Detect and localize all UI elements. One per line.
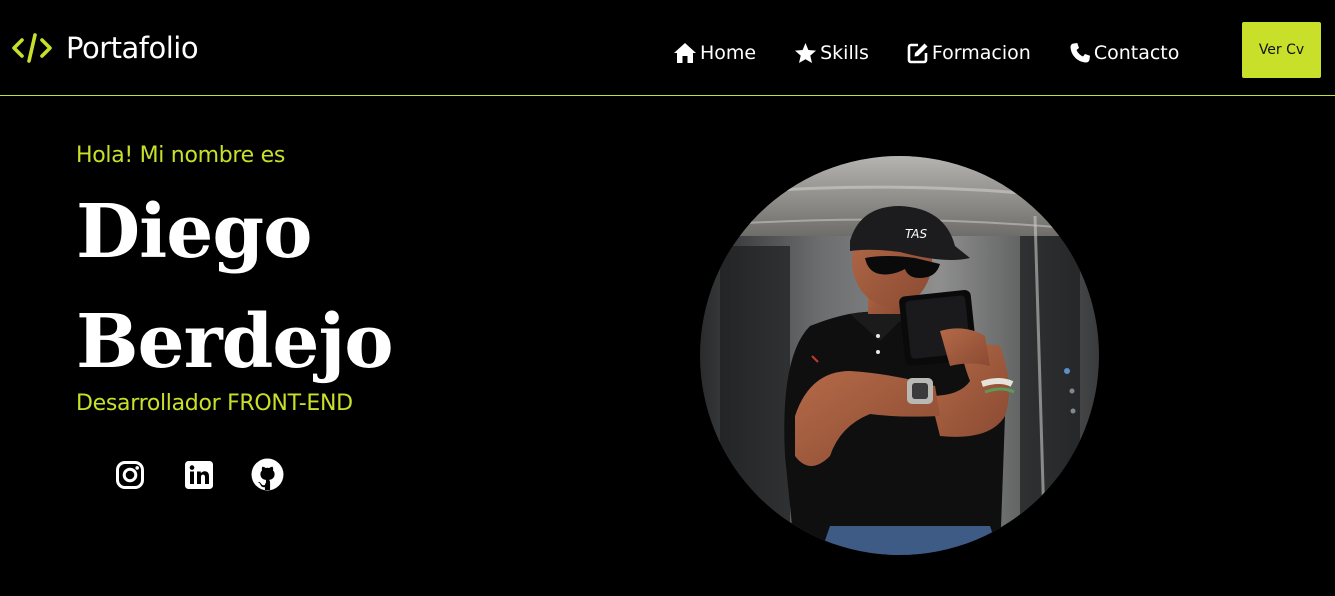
nav-label: Formacion bbox=[931, 42, 1031, 64]
home-icon bbox=[673, 42, 697, 64]
code-icon bbox=[11, 31, 53, 65]
greeting: Hola! Mi nombre es bbox=[76, 143, 285, 168]
profile-photo: TAS bbox=[700, 156, 1099, 555]
nav-label: Home bbox=[700, 42, 757, 64]
social-links bbox=[114, 458, 284, 491]
ver-cv-button[interactable]: Ver Cv bbox=[1242, 22, 1321, 78]
edit-icon bbox=[907, 42, 929, 64]
brand[interactable]: Portafolio bbox=[11, 28, 199, 68]
github-icon bbox=[251, 458, 284, 491]
role-title: Desarrollador FRONT-END bbox=[76, 391, 353, 416]
nav-label: Contacto bbox=[1093, 42, 1180, 64]
main-nav: Home Skills Formacion Contacto bbox=[673, 38, 1179, 68]
instagram-link[interactable] bbox=[114, 458, 145, 491]
last-name: Berdejo bbox=[76, 299, 394, 385]
brand-name: Portafolio bbox=[66, 31, 199, 65]
nav-item-formacion[interactable]: Formacion bbox=[907, 38, 1031, 68]
github-link[interactable] bbox=[251, 458, 284, 491]
header: Portafolio Home Skills Formacion Contact… bbox=[0, 0, 1335, 96]
nav-item-contacto[interactable]: Contacto bbox=[1069, 38, 1180, 68]
instagram-icon bbox=[115, 460, 145, 490]
phone-icon bbox=[1069, 42, 1091, 64]
nav-item-home[interactable]: Home bbox=[673, 38, 756, 68]
nav-label: Skills bbox=[820, 42, 869, 64]
linkedin-link[interactable] bbox=[183, 458, 214, 491]
cap-logo: TAS bbox=[905, 227, 927, 241]
first-name: Diego bbox=[76, 189, 312, 275]
nav-item-skills[interactable]: Skills bbox=[794, 38, 869, 68]
star-icon bbox=[794, 42, 817, 64]
linkedin-icon bbox=[184, 460, 214, 490]
page: Portafolio Home Skills Formacion Contact… bbox=[0, 0, 1335, 596]
hero-name: Diego Berdejo bbox=[76, 177, 394, 397]
